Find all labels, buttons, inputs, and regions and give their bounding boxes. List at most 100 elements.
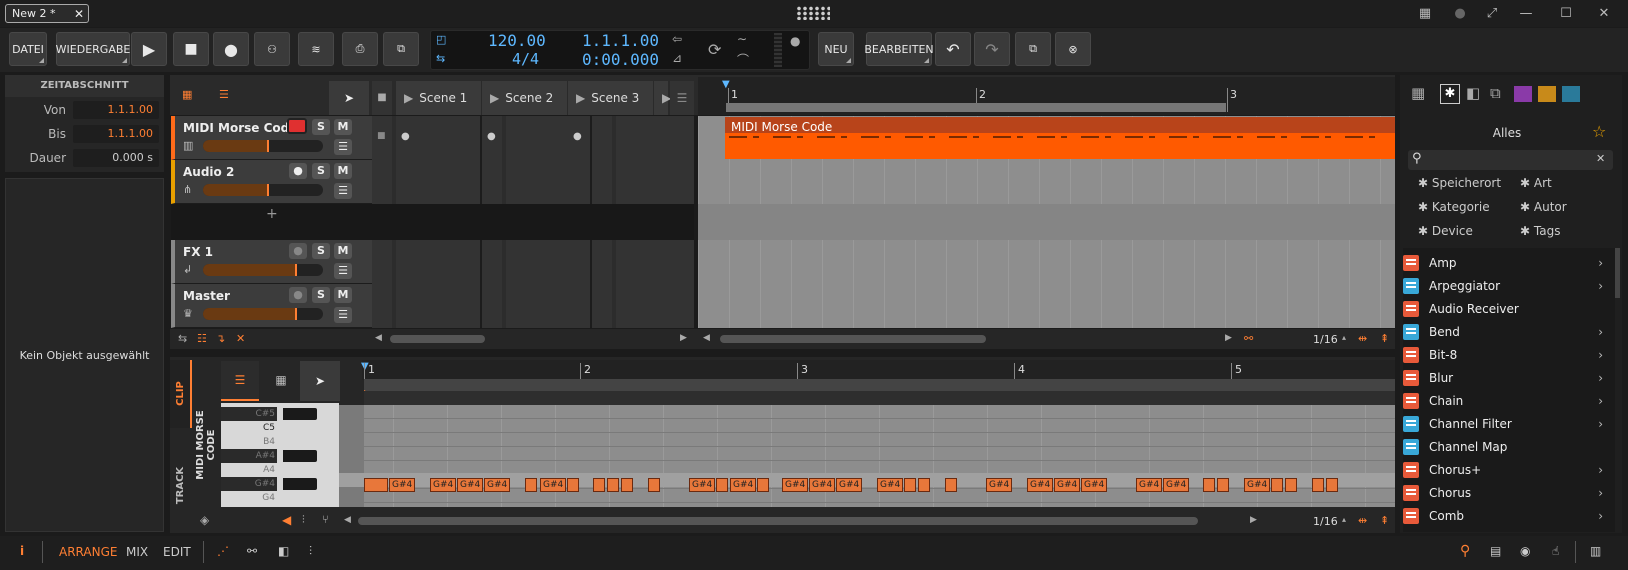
time-signature-display[interactable]: 4/4 bbox=[512, 50, 539, 68]
midi-note[interactable] bbox=[1312, 478, 1324, 492]
position-time-display[interactable]: 0:00.000 bbox=[582, 50, 659, 69]
chevron-right-icon[interactable]: › bbox=[1598, 486, 1603, 500]
file-menu-button[interactable]: DATEI bbox=[9, 32, 47, 66]
midi-note[interactable]: G#4 bbox=[1054, 478, 1080, 492]
browser-scrollbar[interactable] bbox=[1615, 248, 1620, 298]
browser-item[interactable]: Channel Filter › bbox=[1403, 413, 1603, 435]
chevron-right-icon[interactable]: › bbox=[1598, 463, 1603, 477]
scene-1-header[interactable]: ▶ Scene 1 bbox=[396, 81, 481, 115]
piano-toggle-icon[interactable]: ▥ bbox=[1590, 544, 1601, 558]
slot-record-icon[interactable]: ● bbox=[401, 131, 410, 142]
info-icon[interactable]: i bbox=[20, 544, 24, 558]
browser-item[interactable]: Channel Map bbox=[1403, 436, 1603, 458]
layers-icon[interactable]: ◈ bbox=[200, 513, 209, 527]
panel-icon[interactable]: ◧ bbox=[1466, 84, 1480, 102]
track-menu-button[interactable]: ☰ bbox=[334, 183, 352, 199]
midi-note[interactable] bbox=[1285, 478, 1297, 492]
midi-note[interactable] bbox=[593, 478, 605, 492]
mixer-toggle-icon[interactable]: ⫶ bbox=[309, 544, 312, 559]
browser-item[interactable]: Chain › bbox=[1403, 390, 1603, 412]
midi-note[interactable] bbox=[1326, 478, 1338, 492]
sync-icon[interactable]: ⇆ bbox=[178, 332, 187, 345]
undo-button[interactable]: ↶ bbox=[935, 32, 971, 66]
midi-note[interactable]: G#4 bbox=[457, 478, 483, 492]
play-button[interactable]: ▶ bbox=[131, 32, 167, 66]
filter-device[interactable]: ✱ Device bbox=[1418, 224, 1473, 238]
midi-note[interactable] bbox=[1217, 478, 1229, 492]
solo-button[interactable]: S bbox=[312, 163, 330, 179]
delete-button[interactable]: ⊗ bbox=[1055, 32, 1091, 66]
grid-dropdown-icon[interactable]: ▴ bbox=[1342, 515, 1346, 524]
solo-button[interactable]: S bbox=[312, 119, 330, 135]
midi-note[interactable] bbox=[1203, 478, 1215, 492]
midi-note[interactable] bbox=[364, 478, 388, 492]
track-list-icon[interactable]: ☷ bbox=[197, 332, 207, 345]
filter-type[interactable]: ✱ Art bbox=[1520, 176, 1552, 190]
midi-note[interactable] bbox=[757, 478, 769, 492]
record-arm-button[interactable]: ● bbox=[289, 163, 307, 179]
mix-view-tab[interactable]: MIX bbox=[126, 545, 148, 559]
chevron-right-icon[interactable]: › bbox=[1598, 348, 1603, 362]
midi-note[interactable]: G#4 bbox=[484, 478, 510, 492]
browser-item[interactable]: Arpeggiator › bbox=[1403, 275, 1603, 297]
track-name[interactable]: FX 1 bbox=[183, 245, 213, 259]
horizontal-scrollbar[interactable] bbox=[390, 335, 485, 343]
track-audio-2[interactable]: Audio 2 ⋔ ● S M ☰ bbox=[171, 160, 378, 204]
add-track-area[interactable] bbox=[171, 204, 694, 240]
midi-note[interactable] bbox=[1271, 478, 1283, 492]
search-field[interactable] bbox=[1408, 150, 1613, 170]
browser-item[interactable]: Comb › bbox=[1403, 505, 1603, 527]
note-list-icon[interactable]: ☰ bbox=[221, 361, 259, 401]
close-x-icon[interactable]: ✕ bbox=[236, 332, 245, 345]
all-devices-icon[interactable]: ✱ bbox=[1440, 84, 1460, 104]
slot-stop-icon[interactable]: ■ bbox=[377, 131, 386, 141]
clear-search-icon[interactable]: ✕ bbox=[1596, 152, 1605, 165]
mute-button[interactable]: M bbox=[334, 163, 352, 179]
chevron-right-icon[interactable]: › bbox=[1598, 509, 1603, 523]
chevron-right-icon[interactable]: › bbox=[1598, 394, 1603, 408]
scene-2-header[interactable]: ▶ Scene 2 bbox=[482, 81, 567, 115]
project-file-icon[interactable]: ▤ bbox=[1490, 544, 1501, 558]
pointer-tool-icon[interactable]: ➤ bbox=[329, 81, 369, 115]
tempo-display[interactable]: 120.00 bbox=[488, 31, 546, 50]
monitor-icon[interactable] bbox=[1562, 86, 1580, 102]
chevron-right-icon[interactable]: › bbox=[1598, 417, 1603, 431]
track-fx-1[interactable]: FX 1 ↲ ● S M ☰ bbox=[171, 240, 378, 284]
scene-menu-icon[interactable]: ☰ bbox=[670, 81, 694, 115]
track-name[interactable]: Audio 2 bbox=[183, 165, 234, 179]
automation-write-button[interactable]: ⚇ bbox=[254, 32, 290, 66]
user-icon[interactable] bbox=[1538, 86, 1556, 102]
horizontal-scrollbar[interactable] bbox=[720, 335, 986, 343]
zoom-fit-icon[interactable]: ⇞ bbox=[1380, 514, 1389, 527]
clip-range-bar[interactable] bbox=[364, 379, 1395, 391]
editor-horizontal-scrollbar[interactable] bbox=[358, 517, 1198, 525]
record-button[interactable]: ● bbox=[213, 32, 249, 66]
from-value[interactable]: 1.1.1.00 bbox=[73, 101, 159, 119]
edit-view-tab[interactable]: EDIT bbox=[163, 545, 191, 559]
groove-button[interactable]: ≋ bbox=[298, 32, 334, 66]
project-tab[interactable]: New 2 * ✕ bbox=[5, 4, 89, 23]
chevron-right-icon[interactable]: › bbox=[1598, 371, 1603, 385]
editor-grid-resolution[interactable]: 1/16 bbox=[1313, 515, 1338, 528]
midi-note[interactable]: G#4 bbox=[877, 478, 903, 492]
loop-sync-icon[interactable]: ⇆ bbox=[436, 52, 445, 65]
midi-note[interactable] bbox=[607, 478, 619, 492]
grid-view-icon[interactable]: ▦ bbox=[1411, 84, 1425, 102]
midi-note[interactable] bbox=[716, 478, 728, 492]
scene-3-header[interactable]: ▶ Scene 3 bbox=[568, 81, 653, 115]
slot-record-icon[interactable]: ● bbox=[573, 131, 582, 142]
loop-region[interactable] bbox=[726, 103, 1226, 112]
track-midi-morse-code[interactable]: MIDI Morse Code ▥ S M ☰ bbox=[171, 116, 378, 160]
scroll-left-icon[interactable]: ◀ bbox=[375, 333, 382, 343]
midi-note[interactable]: G#4 bbox=[1081, 478, 1107, 492]
position-bars-display[interactable]: 1.1.1.00 bbox=[582, 31, 659, 50]
duplicate-button[interactable]: ⧉ bbox=[1015, 32, 1051, 66]
track-menu-button[interactable]: ☰ bbox=[334, 263, 352, 279]
favorite-star-icon[interactable]: ☆ bbox=[1592, 122, 1606, 141]
browser-item[interactable]: Chorus+ › bbox=[1403, 459, 1603, 481]
mute-button[interactable]: M bbox=[334, 287, 352, 303]
browser-search-icon[interactable]: ⚲ bbox=[1460, 543, 1470, 559]
track-menu-button[interactable]: ☰ bbox=[334, 307, 352, 323]
scroll-left-icon[interactable]: ◀ bbox=[344, 515, 351, 525]
metronome-icon[interactable]: ◰ bbox=[436, 33, 446, 46]
